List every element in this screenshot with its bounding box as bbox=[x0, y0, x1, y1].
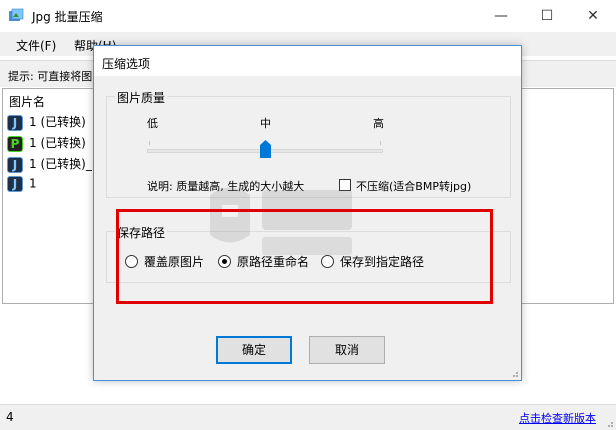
radio-rename-label[interactable]: 原路径重命名 bbox=[237, 253, 309, 270]
dialog-title-bar: 压缩选项 bbox=[94, 46, 521, 76]
close-button[interactable]: ✕ bbox=[570, 0, 616, 32]
list-item[interactable]: J 1 (已转换) bbox=[7, 113, 86, 131]
no-compress-checkbox[interactable] bbox=[339, 179, 351, 191]
radio-rename[interactable] bbox=[218, 255, 231, 268]
maximize-button[interactable]: ☐ bbox=[524, 0, 570, 32]
jpg-file-icon: J bbox=[7, 156, 23, 173]
cancel-button[interactable]: 取消 bbox=[309, 336, 385, 364]
dialog-title: 压缩选项 bbox=[102, 57, 151, 71]
column-header-filename[interactable]: 图片名 bbox=[9, 93, 45, 110]
file-name: 1 (已转换)_p bbox=[29, 157, 100, 171]
file-name: 1 (已转换) bbox=[29, 115, 86, 129]
slider-label-mid: 中 bbox=[260, 117, 271, 130]
list-item[interactable]: J 1 (已转换)_p bbox=[7, 155, 99, 173]
jpg-file-icon: J bbox=[7, 176, 23, 192]
quality-description: 说明: 质量越高, 生成的大小越大 bbox=[147, 180, 305, 193]
quality-slider-thumb[interactable] bbox=[260, 140, 271, 158]
resize-grip-icon[interactable] bbox=[604, 418, 614, 428]
list-item[interactable]: P 1 (已转换) bbox=[7, 134, 86, 152]
radio-custom-path-label[interactable]: 保存到指定路径 bbox=[340, 253, 424, 270]
radio-overwrite-label[interactable]: 覆盖原图片 bbox=[144, 253, 204, 270]
file-name: 1 (已转换) bbox=[29, 136, 86, 150]
save-path-group: 保存路径 覆盖原图片 原路径重命名 保存到指定路径 bbox=[106, 224, 511, 283]
slider-label-low: 低 bbox=[147, 117, 158, 130]
slider-tick bbox=[149, 141, 150, 145]
app-icon bbox=[9, 8, 24, 21]
radio-custom-path[interactable] bbox=[321, 255, 334, 268]
app-title: Jpg 批量压缩 bbox=[32, 10, 103, 24]
hint-text: 提示: 可直接将图 bbox=[8, 70, 93, 83]
no-compress-label[interactable]: 不压缩(适合BMP转jpg) bbox=[356, 178, 471, 194]
title-bar: Jpg 批量压缩 — ☐ ✕ bbox=[0, 0, 616, 32]
dialog-resize-grip-icon[interactable] bbox=[511, 370, 519, 378]
save-path-group-label: 保存路径 bbox=[115, 224, 168, 241]
file-count: 4 bbox=[6, 410, 14, 424]
jpg-file-icon: J bbox=[7, 114, 23, 131]
quality-group-label: 图片质量 bbox=[115, 89, 168, 106]
radio-overwrite[interactable] bbox=[125, 255, 138, 268]
png-file-icon: P bbox=[7, 135, 23, 152]
menu-file[interactable]: 文件(F) bbox=[16, 37, 56, 54]
file-name: 1 bbox=[29, 176, 37, 191]
list-item[interactable]: J1 bbox=[7, 176, 37, 194]
slider-label-high: 高 bbox=[373, 117, 384, 130]
check-update-link[interactable]: 点击检查新版本 bbox=[519, 410, 596, 426]
status-bar: 4 点击检查新版本 bbox=[0, 404, 616, 430]
ok-button[interactable]: 确定 bbox=[216, 336, 292, 364]
minimize-button[interactable]: — bbox=[478, 0, 524, 32]
radio-selected-dot bbox=[222, 259, 227, 264]
slider-tick bbox=[380, 141, 381, 145]
compression-options-dialog: 压缩选项 图片质量 低 中 高 说明: 质量越高, 生成的大小越大 不压缩(适合… bbox=[93, 45, 522, 381]
quality-group: 图片质量 低 中 高 说明: 质量越高, 生成的大小越大 不压缩(适合BMP转j… bbox=[106, 89, 511, 198]
